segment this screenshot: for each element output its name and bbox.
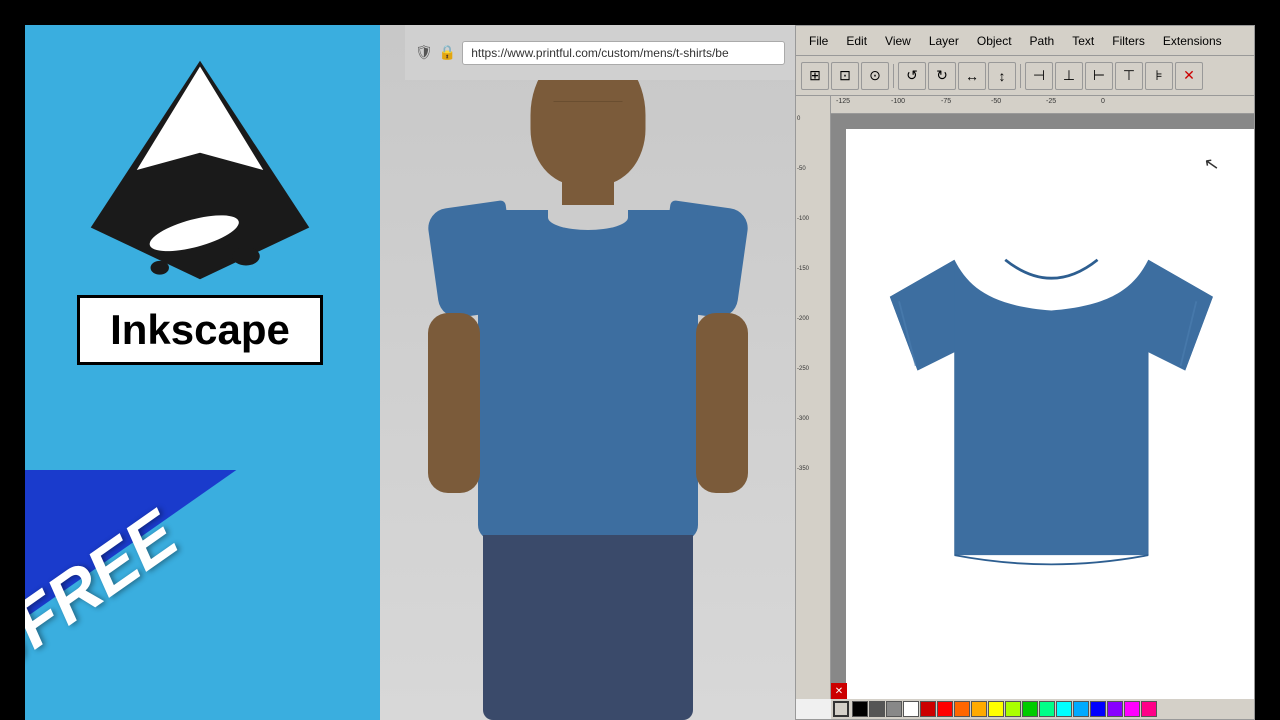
color-pink[interactable] (1141, 701, 1157, 717)
color-white[interactable] (903, 701, 919, 717)
inkscape-text-label: Inkscape (77, 295, 323, 365)
color-red[interactable] (937, 701, 953, 717)
color-mint[interactable] (1039, 701, 1055, 717)
ruler-vertical: 0 -50 -100 -150 -200 -250 -300 -350 (796, 96, 831, 699)
color-green[interactable] (1022, 701, 1038, 717)
toolbar-align-right-btn[interactable]: ⊢ (1085, 62, 1113, 90)
toolbar-snap-btn[interactable]: ⊡ (831, 62, 859, 90)
menu-file[interactable]: File (801, 31, 836, 51)
x-close-button[interactable]: ✕ (831, 683, 847, 699)
tjfree-banner-container: TJFREE (25, 470, 380, 720)
color-yellow[interactable] (988, 701, 1004, 717)
no-color-swatch[interactable] (833, 701, 849, 717)
color-dark-red[interactable] (920, 701, 936, 717)
toolbar-close-btn[interactable]: ✕ (1175, 62, 1203, 90)
ruler-horizontal: -125 -100 -75 -50 -25 0 (831, 96, 1254, 114)
toolbar-sep-1 (893, 64, 894, 88)
toolbar-distribute-btn[interactable]: ⊧ (1145, 62, 1173, 90)
color-cyan[interactable] (1056, 701, 1072, 717)
toolbar-sep-2 (1020, 64, 1021, 88)
inkscape-app-panel: File Edit View Layer Object Path Text Fi… (795, 25, 1255, 720)
menu-edit[interactable]: Edit (838, 31, 875, 51)
color-black[interactable] (852, 701, 868, 717)
menu-bar: File Edit View Layer Object Path Text Fi… (796, 26, 1254, 56)
color-purple[interactable] (1107, 701, 1123, 717)
left-branding-panel: Inkscape TJFREE (25, 25, 380, 720)
color-palette (831, 699, 1254, 719)
menu-object[interactable]: Object (969, 31, 1020, 51)
url-input[interactable]: https://www.printful.com/custom/mens/t-s… (462, 41, 785, 65)
shield-icon: 🛡 (415, 44, 433, 61)
menu-filters[interactable]: Filters (1104, 31, 1153, 51)
canvas-area[interactable]: ↖ (831, 114, 1254, 699)
color-magenta[interactable] (1124, 701, 1140, 717)
model-photo-panel: 🛡 🔒 https://www.printful.com/custom/mens… (380, 25, 795, 720)
toolbar-flip-v-btn[interactable]: ↕ (988, 62, 1016, 90)
inkscape-logo-svg (80, 55, 320, 285)
toolbar-zoom-fit-btn[interactable]: ⊙ (861, 62, 889, 90)
tjfree-watermark: TJFREE (25, 500, 189, 705)
diagonal-banner-bg (25, 470, 358, 660)
color-sky-blue[interactable] (1073, 701, 1089, 717)
lock-icon: 🔒 (439, 44, 456, 61)
model-tshirt-body (478, 210, 698, 540)
toolbar-flip-h-btn[interactable]: ↔ (958, 62, 986, 90)
color-yellow-green[interactable] (1005, 701, 1021, 717)
toolbar-undo-btn[interactable]: ↺ (898, 62, 926, 90)
cursor-indicator: ↖ (1202, 153, 1221, 176)
toolbar-align-left-btn[interactable]: ⊣ (1025, 62, 1053, 90)
color-amber[interactable] (971, 701, 987, 717)
model-figure (413, 25, 763, 720)
inkscape-logo-area: Inkscape (55, 55, 345, 365)
menu-view[interactable]: View (877, 31, 919, 51)
color-gray[interactable] (886, 701, 902, 717)
color-dark-gray[interactable] (869, 701, 885, 717)
toolbar-align-center-v-btn[interactable]: ⊤ (1115, 62, 1143, 90)
main-toolbar: ⊞ ⊡ ⊙ ↺ ↻ ↔ ↕ ⊣ ⊥ ⊢ ⊤ ⊧ ✕ (796, 56, 1254, 96)
model-jeans (483, 535, 693, 720)
toolbar-redo-btn[interactable]: ↻ (928, 62, 956, 90)
menu-layer[interactable]: Layer (921, 31, 967, 51)
color-orange[interactable] (954, 701, 970, 717)
model-arm-right (696, 313, 748, 493)
model-arm-left (428, 313, 480, 493)
menu-text[interactable]: Text (1064, 31, 1102, 51)
toolbar-grid-btn[interactable]: ⊞ (801, 62, 829, 90)
menu-path[interactable]: Path (1022, 31, 1063, 51)
color-blue[interactable] (1090, 701, 1106, 717)
canvas-white-background: ↖ (846, 129, 1254, 699)
browser-address-bar: 🛡 🔒 https://www.printful.com/custom/mens… (405, 25, 795, 80)
menu-extensions[interactable]: Extensions (1155, 31, 1230, 51)
tshirt-illustration (856, 149, 1254, 629)
toolbar-align-center-h-btn[interactable]: ⊥ (1055, 62, 1083, 90)
